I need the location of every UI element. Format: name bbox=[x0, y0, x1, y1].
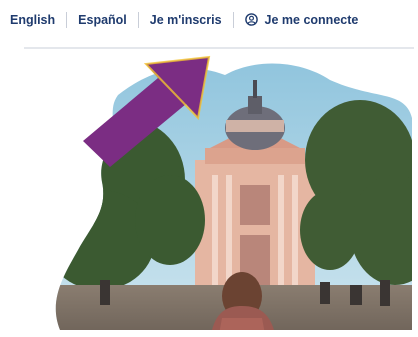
hero-image bbox=[55, 55, 413, 331]
sorbonne-chapel-photo bbox=[55, 63, 413, 331]
